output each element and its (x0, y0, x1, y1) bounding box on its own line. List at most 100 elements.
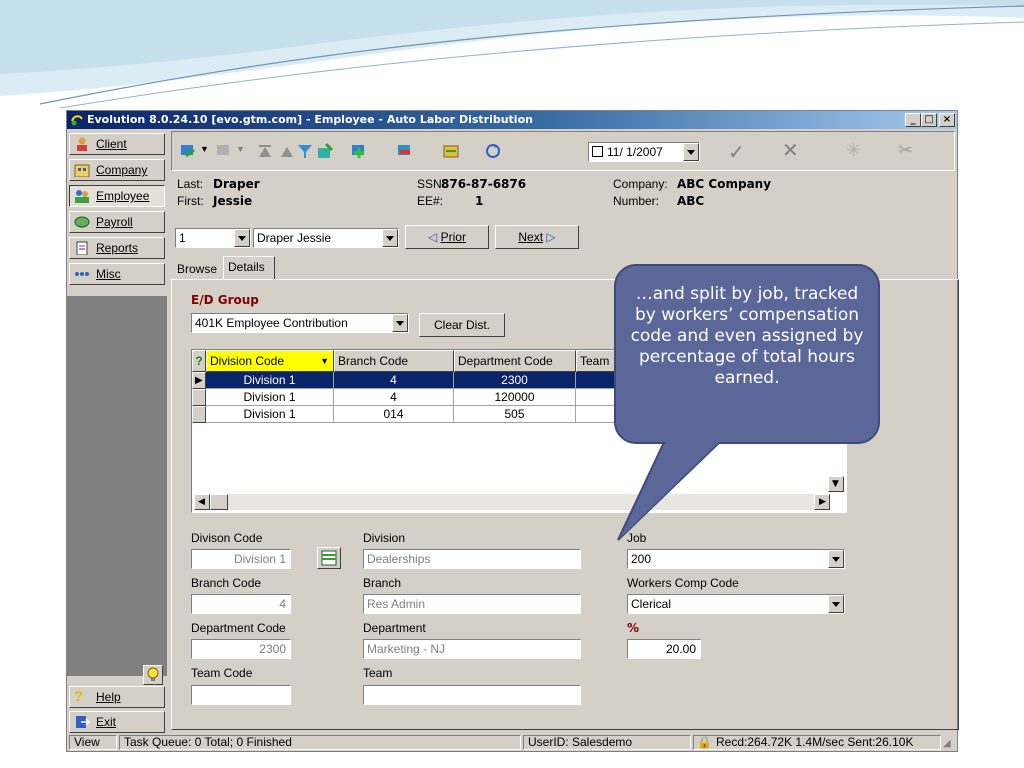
team-field[interactable] (363, 685, 581, 705)
nav-company[interactable]: Company (69, 159, 165, 181)
help-icon: ? (74, 688, 84, 705)
employee-name-select[interactable]: Draper Jessie (253, 228, 399, 248)
percent-field[interactable]: 20.00 (627, 639, 701, 659)
new-record-dropdown-icon[interactable]: ▼ (200, 144, 209, 154)
table-row[interactable]: Division 1 (206, 389, 334, 406)
nav-client[interactable]: Client (69, 133, 165, 155)
column-header-branch-code[interactable]: Branch Code (334, 350, 454, 372)
resize-grip-icon[interactable]: ◢ (943, 735, 951, 752)
next-button[interactable]: Next ▷ (495, 225, 579, 249)
copy-record-dropdown-icon[interactable]: ▼ (236, 144, 245, 154)
branch-code-field[interactable]: 4 (191, 594, 291, 614)
scroll-right-button[interactable]: ▶ (814, 494, 830, 510)
payroll-icon (74, 216, 90, 228)
table-row[interactable]: Division 1 (206, 372, 334, 389)
column-header-department-code[interactable]: Department Code (454, 350, 576, 372)
prior-button[interactable]: ◁ Prior (405, 225, 489, 249)
employee-index-select[interactable]: 1 (175, 228, 251, 248)
employee-index-value: 1 (179, 231, 186, 245)
tab-browse[interactable]: Browse (173, 259, 221, 280)
branch-field[interactable]: Res Admin (363, 594, 581, 614)
branch-code-label: Branch Code (191, 576, 262, 590)
last-name-label: Last: (177, 177, 204, 191)
chevron-down-icon[interactable] (828, 550, 844, 568)
nav-employee[interactable]: Employee (69, 185, 165, 207)
export-icon[interactable] (316, 142, 334, 160)
refresh-icon[interactable] (484, 142, 502, 160)
company-label: Company: (613, 177, 668, 191)
nav-payroll-label: Payroll (96, 215, 133, 229)
left-nav: Client Company Employee Payroll Reports … (67, 129, 167, 734)
table-cell[interactable]: 4 (334, 389, 454, 406)
sparkle-icon[interactable]: ✳ (846, 140, 861, 161)
nav-misc[interactable]: Misc (69, 263, 165, 285)
status-view[interactable]: View (69, 735, 117, 750)
nav-help[interactable]: ? Help (69, 686, 165, 708)
scroll-down-button[interactable]: ▼ (828, 476, 844, 492)
row-indicator[interactable] (192, 406, 206, 423)
date-dropdown-icon[interactable] (683, 143, 699, 161)
move-first-icon[interactable] (256, 142, 274, 160)
table-row[interactable]: Division 1 (206, 406, 334, 423)
reports-icon (76, 241, 88, 255)
tab-details[interactable]: Details (223, 256, 275, 280)
grid-help-icon[interactable]: ? (192, 350, 206, 372)
division-lookup-button[interactable] (317, 547, 341, 569)
date-value: 11/ 1/2007 (607, 145, 663, 159)
division-code-field[interactable]: Division 1 (191, 549, 291, 569)
close-button[interactable]: × (939, 113, 955, 127)
post-checkmark-icon[interactable]: ✓ (728, 140, 745, 165)
delete-red-icon[interactable] (396, 142, 414, 160)
division-code-label: Divison Code (191, 531, 263, 545)
chevron-down-icon[interactable] (392, 314, 408, 332)
first-name-label: First: (177, 194, 204, 208)
folder-icon[interactable] (442, 142, 460, 160)
date-picker[interactable]: 11/ 1/2007 (588, 142, 700, 162)
minimize-button[interactable]: _ (905, 113, 921, 127)
move-up-icon[interactable] (278, 142, 296, 160)
nav-reports[interactable]: Reports (69, 237, 165, 259)
add-green-icon[interactable] (350, 142, 368, 160)
status-transfer: 🔒 Recd:264.72K 1.4M/sec Sent:26.10K (693, 735, 941, 750)
table-cell[interactable]: 2300 (454, 372, 576, 389)
horizontal-scrollbar[interactable]: ◀ ▶ (194, 494, 830, 510)
row-indicator-icon[interactable]: ▶ (192, 372, 206, 389)
department-field[interactable]: Marketing - NJ (363, 639, 581, 659)
date-checkbox[interactable] (592, 146, 603, 157)
table-cell[interactable]: 505 (454, 406, 576, 423)
status-transfer-text: Recd:264.72K 1.4M/sec Sent:26.10K (716, 735, 914, 749)
tools-icon[interactable]: ✂ (898, 140, 913, 161)
scroll-left-button[interactable]: ◀ (194, 494, 210, 510)
nav-exit[interactable]: Exit (69, 711, 165, 733)
department-code-field[interactable]: 2300 (191, 639, 291, 659)
table-cell[interactable]: 014 (334, 406, 454, 423)
nav-employee-label: Employee (96, 189, 150, 203)
chevron-down-icon[interactable] (828, 595, 844, 613)
copy-record-icon[interactable] (216, 142, 234, 160)
status-user: UserID: Salesdemo (523, 735, 691, 750)
table-cell[interactable]: 120000 (454, 389, 576, 406)
chevron-down-icon[interactable] (234, 229, 250, 247)
job-select[interactable]: 200 (627, 549, 845, 569)
filter-down-icon[interactable] (296, 142, 314, 160)
lightbulb-icon[interactable] (143, 665, 163, 685)
clear-dist-button[interactable]: Clear Dist. (419, 313, 505, 337)
row-indicator[interactable] (192, 389, 206, 406)
cancel-x-icon[interactable]: ✕ (782, 138, 799, 163)
status-task-queue: Task Queue: 0 Total; 0 Finished (119, 735, 521, 750)
column-header-division-code[interactable]: Division Code ▼ (206, 350, 334, 372)
workers-comp-select[interactable]: Clerical (627, 594, 845, 614)
table-cell[interactable]: 4 (334, 372, 454, 389)
team-code-field[interactable] (191, 685, 291, 705)
ed-group-select[interactable]: 401K Employee Contribution (191, 313, 409, 333)
scroll-thumb[interactable] (210, 494, 228, 510)
new-record-icon[interactable] (180, 142, 198, 160)
team-code-label: Team Code (191, 666, 253, 680)
job-value: 200 (631, 552, 652, 566)
nav-payroll[interactable]: Payroll (69, 211, 165, 233)
division-field[interactable]: Dealerships (363, 549, 581, 569)
evolution-app-icon (71, 115, 83, 126)
maximize-button[interactable]: □ (921, 113, 937, 127)
callout-text: …and split by job, tracked by workers’ c… (630, 284, 864, 388)
chevron-down-icon[interactable] (382, 229, 398, 247)
